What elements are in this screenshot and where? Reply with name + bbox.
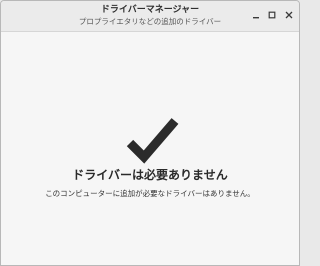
main-content: ドライバーは必要ありません このコンピューターに追加が必要なドライバーはありませ…: [1, 32, 299, 265]
minimize-icon: [253, 17, 259, 19]
driver-manager-window: ドライバーマネージャー プロプライエタリなどの追加のドライバー ドライバーは必要…: [0, 0, 300, 266]
close-button[interactable]: [283, 9, 295, 21]
status-headline: ドライバーは必要ありません: [72, 168, 228, 182]
maximize-button[interactable]: [266, 9, 278, 21]
status-message: このコンピューターに追加が必要なドライバーはありません。: [45, 189, 255, 198]
maximize-icon: [268, 11, 276, 19]
titlebar[interactable]: ドライバーマネージャー プロプライエタリなどの追加のドライバー: [1, 1, 299, 32]
checkmark-icon: [126, 118, 179, 164]
minimize-button[interactable]: [250, 9, 262, 21]
close-icon: [285, 11, 293, 19]
